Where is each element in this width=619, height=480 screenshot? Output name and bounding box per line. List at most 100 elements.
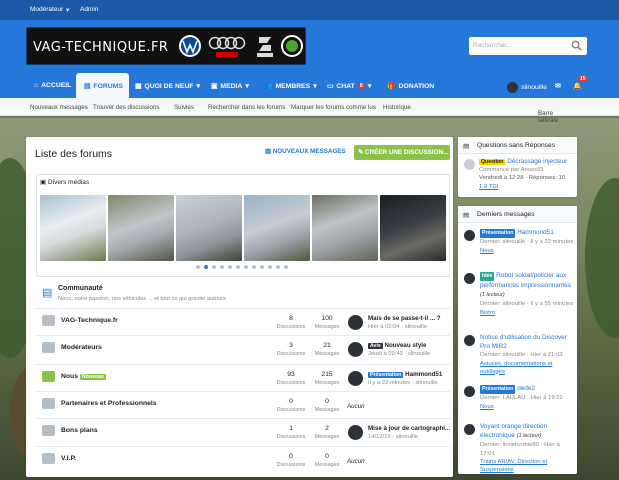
latest-post-meta: Dernier: lionelcorbie80 · Hier à 17:01 bbox=[480, 442, 560, 457]
discussions-count: 3 Discussions bbox=[271, 342, 311, 357]
subnav-new-messages[interactable]: Nouveaux messages bbox=[30, 104, 88, 111]
discussions-value: 0 bbox=[289, 453, 293, 460]
carousel-dot[interactable] bbox=[268, 265, 272, 269]
latest-post-forum[interactable]: Trains AR/AV, Direction et Suspensions bbox=[480, 458, 574, 474]
carousel-dot[interactable] bbox=[276, 265, 280, 269]
tab-forums[interactable]: ▤ FORUMS bbox=[84, 82, 123, 91]
prefix-tag: Idée bbox=[480, 272, 495, 281]
carousel-dot[interactable] bbox=[244, 265, 248, 269]
tab-donation[interactable]: 🎁 DONATION bbox=[387, 82, 434, 91]
user-menu[interactable]: slinouille bbox=[507, 82, 547, 93]
last-post[interactable]: Mise à jour de cartographi... 14/12/19 · … bbox=[368, 425, 450, 440]
carousel-dot[interactable] bbox=[252, 265, 256, 269]
inbox-button[interactable]: ✉ bbox=[555, 82, 561, 90]
last-post[interactable]: Mais de se passe-t-il ... ? Hier à 02:04 … bbox=[368, 315, 450, 330]
last-post[interactable]: Aucun bbox=[347, 403, 429, 410]
latest-post-title[interactable]: Présentation dede2 Dernier: LAULAU · Hie… bbox=[480, 384, 574, 411]
site-logo[interactable]: VAG-TECHNIQUE.FR bbox=[26, 27, 306, 65]
carousel-dot[interactable] bbox=[284, 265, 288, 269]
latest-post-forum[interactable]: Nous bbox=[480, 403, 574, 411]
new-messages-button[interactable]: ▤ NOUVEAUX MESSAGES bbox=[265, 148, 346, 155]
avatar[interactable] bbox=[464, 335, 475, 346]
search-input[interactable]: Rechercher... bbox=[473, 42, 512, 49]
media-thumb[interactable] bbox=[244, 195, 310, 261]
tab-home[interactable]: ⌂ ACCUEIL bbox=[34, 82, 71, 89]
avatar[interactable] bbox=[464, 273, 475, 284]
avatar[interactable] bbox=[348, 425, 363, 440]
avatar[interactable] bbox=[348, 371, 363, 386]
avatar[interactable] bbox=[464, 159, 475, 170]
last-post[interactable]: Avis Nouveau style Jeudi à 09:43 · slinou… bbox=[368, 342, 450, 357]
create-thread-button[interactable]: ✎ CRÉER UNE DISCUSSION... bbox=[354, 145, 450, 160]
question-tag: Question bbox=[479, 159, 506, 165]
latest-post-forum[interactable]: Astuces, documentations et outillages bbox=[480, 360, 574, 376]
media-thumb[interactable] bbox=[108, 195, 174, 261]
thread-forum[interactable]: 1.9 TDI bbox=[479, 184, 498, 190]
media-thumb[interactable] bbox=[40, 195, 106, 261]
forum-row[interactable]: V.I.P. 0 Discussions 0 Messages Aucun bbox=[36, 446, 450, 473]
last-post-title: Mais de se passe-t-il ... ? bbox=[368, 315, 441, 322]
latest-post-title[interactable]: Présentation Hammond51 Dernier: slinouil… bbox=[480, 228, 574, 255]
alerts-button[interactable]: 🔔 15 bbox=[573, 76, 588, 90]
prefix-tag: Avis bbox=[368, 343, 383, 349]
last-post[interactable]: Présentation Hammond51 Il y a 22 minutes … bbox=[368, 371, 450, 386]
unanswered-thread[interactable]: Question Décrassage injecteur bbox=[479, 158, 575, 165]
avatar[interactable] bbox=[348, 315, 363, 330]
forum-row[interactable]: Partenaires et Professionnels 0 Discussio… bbox=[36, 391, 450, 418]
subnav-search-forums[interactable]: Rechercher dans les forums bbox=[208, 104, 285, 111]
forum-row[interactable]: Modérateurs 3 Discussions 21 Messages Avis… bbox=[36, 335, 450, 362]
avatar[interactable] bbox=[464, 424, 475, 435]
forum-row[interactable]: VAG-Technique.fr 8 Discussions 100 Message… bbox=[36, 308, 450, 335]
discussions-count: 8 Discussions bbox=[271, 315, 311, 330]
media-thumb[interactable] bbox=[380, 195, 446, 261]
media-thumb[interactable] bbox=[176, 195, 242, 261]
avatar[interactable] bbox=[464, 230, 475, 241]
subnav-mark-read[interactable]: Marquer les forums comme lus bbox=[291, 104, 376, 111]
latest-post-meta: Dernier: LAULAU · Hier à 19:22 bbox=[480, 395, 563, 401]
admin-link[interactable]: Admin bbox=[80, 6, 98, 13]
forum-title[interactable]: Nous Nouveau bbox=[61, 373, 106, 380]
search-box[interactable]: Rechercher... bbox=[469, 37, 587, 55]
latest-post-title[interactable]: Idée Robot soldat/policier aux performan… bbox=[480, 271, 574, 317]
create-thread-label: CRÉER UNE DISCUSSION... bbox=[365, 149, 449, 156]
tab-whats-new[interactable]: ▦ QUOI DE NEUF ▾ bbox=[135, 82, 200, 91]
forum-row[interactable]: Nous Nouveau 93 Discussions 215 Messages P… bbox=[36, 364, 450, 391]
latest-post-forum[interactable]: Bistro bbox=[480, 309, 574, 317]
forum-title-text: Modérateurs bbox=[61, 344, 102, 351]
carousel-dot[interactable] bbox=[260, 265, 264, 269]
prefix-tag: Présentation bbox=[480, 229, 516, 238]
carousel-dot[interactable] bbox=[236, 265, 240, 269]
subnav-history[interactable]: Historique bbox=[383, 104, 411, 111]
image-icon: ▣ bbox=[211, 83, 218, 90]
last-post[interactable]: Aucun bbox=[347, 458, 429, 465]
latest-post-forum[interactable]: Nous bbox=[480, 247, 574, 255]
subnav-find-threads[interactable]: Trouver des discussions bbox=[93, 104, 160, 111]
avatar[interactable] bbox=[464, 386, 475, 397]
messages-label: Messages bbox=[314, 351, 340, 357]
tab-members[interactable]: 👥 MEMBRES ▾ bbox=[264, 82, 317, 91]
avatar[interactable] bbox=[348, 342, 363, 357]
subnav-watched[interactable]: Suivies bbox=[174, 104, 194, 111]
forum-title-text: Bons plans bbox=[61, 427, 98, 434]
latest-post-title[interactable]: Notice d'utilisation du Discover Pro MIB… bbox=[480, 333, 574, 376]
latest-post-title[interactable]: Voyant orange direction électronique (1 … bbox=[480, 422, 574, 474]
carousel-dot[interactable] bbox=[204, 265, 208, 269]
forum-title[interactable]: Modérateurs bbox=[61, 344, 102, 351]
search-icon[interactable] bbox=[571, 40, 582, 51]
carousel-dot[interactable] bbox=[196, 265, 200, 269]
carousel-dot[interactable] bbox=[220, 265, 224, 269]
media-thumb[interactable] bbox=[312, 195, 378, 261]
forum-title[interactable]: VAG-Technique.fr bbox=[61, 317, 118, 324]
forum-title[interactable]: V.I.P. bbox=[61, 455, 76, 462]
forum-title[interactable]: Bons plans bbox=[61, 427, 98, 434]
forum-row[interactable]: Bons plans 1 Discussions 2 Messages Mise à… bbox=[36, 418, 450, 445]
community-title[interactable]: Communauté bbox=[58, 285, 103, 292]
forum-title[interactable]: Partenaires et Professionnels bbox=[61, 400, 157, 407]
tab-media[interactable]: ▣ MEDIA ▾ bbox=[211, 82, 249, 91]
carousel-dot[interactable] bbox=[212, 265, 216, 269]
gift-icon: 🎁 bbox=[387, 83, 396, 90]
tab-chat[interactable]: ▭ CHAT 0 ▾ bbox=[327, 82, 371, 91]
carousel-dot[interactable] bbox=[228, 265, 232, 269]
moderator-menu[interactable]: Modérateur bbox=[30, 6, 63, 13]
discussions-value: 93 bbox=[287, 371, 295, 378]
